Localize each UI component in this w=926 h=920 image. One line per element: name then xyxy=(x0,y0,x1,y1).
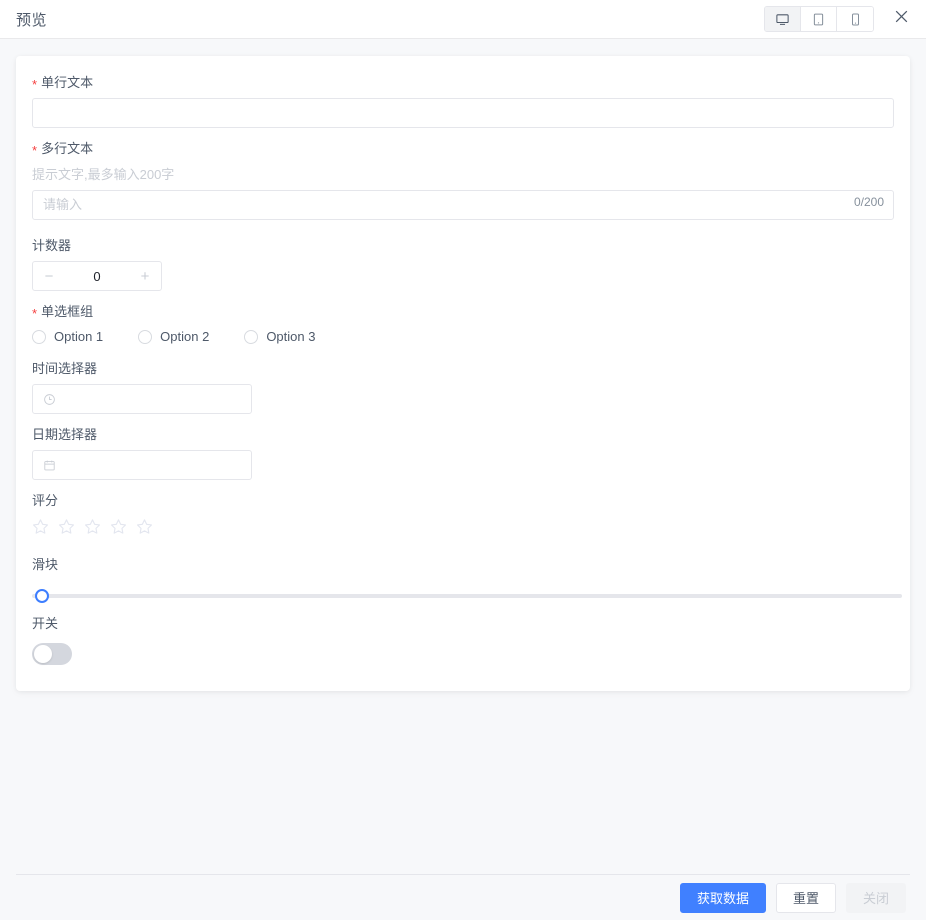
radio-option-3[interactable]: Option 3 xyxy=(244,329,315,344)
device-preview-toggle-group[interactable] xyxy=(764,6,874,32)
date-picker-input[interactable] xyxy=(32,450,252,480)
radio-option-2[interactable]: Option 2 xyxy=(138,329,209,344)
star-icon[interactable] xyxy=(110,518,127,540)
preview-dialog: 预览 * 单行文本 * 多行文本 提示文字,最多输入200字 请输入 0/200… xyxy=(0,0,926,920)
radio-circle-icon xyxy=(32,329,46,344)
switch-knob xyxy=(34,645,52,663)
radio-option-1[interactable]: Option 1 xyxy=(32,329,103,344)
stepper-increment-button[interactable]: + xyxy=(129,262,161,290)
field-label-slider: 滑块 xyxy=(32,557,59,572)
multi-text-wrapper: 0/200 xyxy=(32,190,894,225)
label-text-single-text: 单行文本 xyxy=(41,75,94,90)
preview-form-card: *单行文本 *多行文本 提示文字,最多输入200字 0/200 计数器 − 0 … xyxy=(16,56,910,691)
desktop-icon xyxy=(775,12,790,27)
field-label-date-picker: 日期选择器 xyxy=(32,427,98,442)
required-indicator: * xyxy=(32,306,38,321)
radio-group: Option 1 Option 2 Option 3 xyxy=(32,327,894,348)
mobile-icon xyxy=(848,12,863,27)
field-single-text: * 单行文本 xyxy=(32,68,894,128)
field-radio-group: * 单选框组 Option 1 Option 2 Option 3 xyxy=(32,297,894,348)
close-icon xyxy=(893,8,910,30)
stepper-value[interactable]: 0 xyxy=(65,269,129,284)
field-date-picker: 日期选择器 xyxy=(32,420,894,480)
switch-toggle[interactable] xyxy=(32,643,72,665)
field-label-single-text: * 单行文本 xyxy=(32,68,894,98)
quantity-stepper[interactable]: − 0 + xyxy=(32,261,162,291)
star-icon[interactable] xyxy=(136,518,153,540)
field-label-switch: 开关 xyxy=(32,616,59,631)
close-button[interactable] xyxy=(886,4,916,34)
label-text-radio-group: 单选框组 xyxy=(41,304,94,319)
dialog-footer: 获取数据 重置 关闭 xyxy=(16,874,910,920)
star-icon[interactable] xyxy=(32,518,49,540)
required-indicator: * xyxy=(32,77,38,92)
tablet-icon xyxy=(811,12,826,27)
radio-circle-icon xyxy=(244,329,259,344)
calendar-icon xyxy=(43,459,56,472)
reset-button[interactable]: 重置 xyxy=(775,882,836,913)
single-text-input[interactable] xyxy=(32,98,894,128)
header-actions xyxy=(764,4,916,34)
device-toggle-mobile[interactable] xyxy=(837,7,873,31)
slider-track[interactable] xyxy=(32,594,902,598)
field-label-radio-group: * 单选框组 xyxy=(32,297,894,327)
stepper-decrement-button[interactable]: − xyxy=(33,262,65,290)
field-label-multi-text: * 多行文本 xyxy=(32,134,894,164)
radio-option-3-label: Option 3 xyxy=(266,329,316,344)
star-icon[interactable] xyxy=(84,518,101,540)
field-label-time-picker: 时间选择器 xyxy=(32,361,98,376)
clock-icon xyxy=(43,393,56,406)
rating-control[interactable] xyxy=(32,516,894,544)
time-picker-input[interactable] xyxy=(32,384,252,414)
field-label-counter: 计数器 xyxy=(32,238,72,253)
field-counter: 计数器 − 0 + xyxy=(32,231,894,291)
multi-text-hint: 提示文字,最多输入200字 xyxy=(32,167,175,182)
close-footer-button[interactable]: 关闭 xyxy=(845,882,906,913)
field-multi-text: *多行文本 提示文字,最多输入200字 0/200 xyxy=(32,134,894,225)
slider-handle[interactable] xyxy=(35,589,49,603)
get-data-button[interactable]: 获取数据 xyxy=(679,882,766,913)
radio-option-2-label: Option 2 xyxy=(160,329,210,344)
field-switch: 开关 xyxy=(32,609,894,665)
page-title: 预览 xyxy=(16,11,48,29)
field-rating: 评分 xyxy=(32,486,894,544)
device-toggle-tablet[interactable] xyxy=(801,7,837,31)
required-indicator: * xyxy=(32,143,38,158)
device-toggle-desktop[interactable] xyxy=(765,7,801,31)
slider-control[interactable] xyxy=(32,589,902,603)
field-slider: 滑块 xyxy=(32,550,902,603)
dialog-header: 预览 xyxy=(0,0,926,39)
multi-text-input[interactable] xyxy=(32,190,894,220)
field-time-picker: 时间选择器 xyxy=(32,354,894,414)
label-text-multi-text: 多行文本 xyxy=(41,141,94,156)
star-icon[interactable] xyxy=(58,518,75,540)
radio-circle-icon xyxy=(138,329,153,344)
radio-option-1-label: Option 1 xyxy=(54,329,104,344)
field-label-rating: 评分 xyxy=(32,493,59,508)
